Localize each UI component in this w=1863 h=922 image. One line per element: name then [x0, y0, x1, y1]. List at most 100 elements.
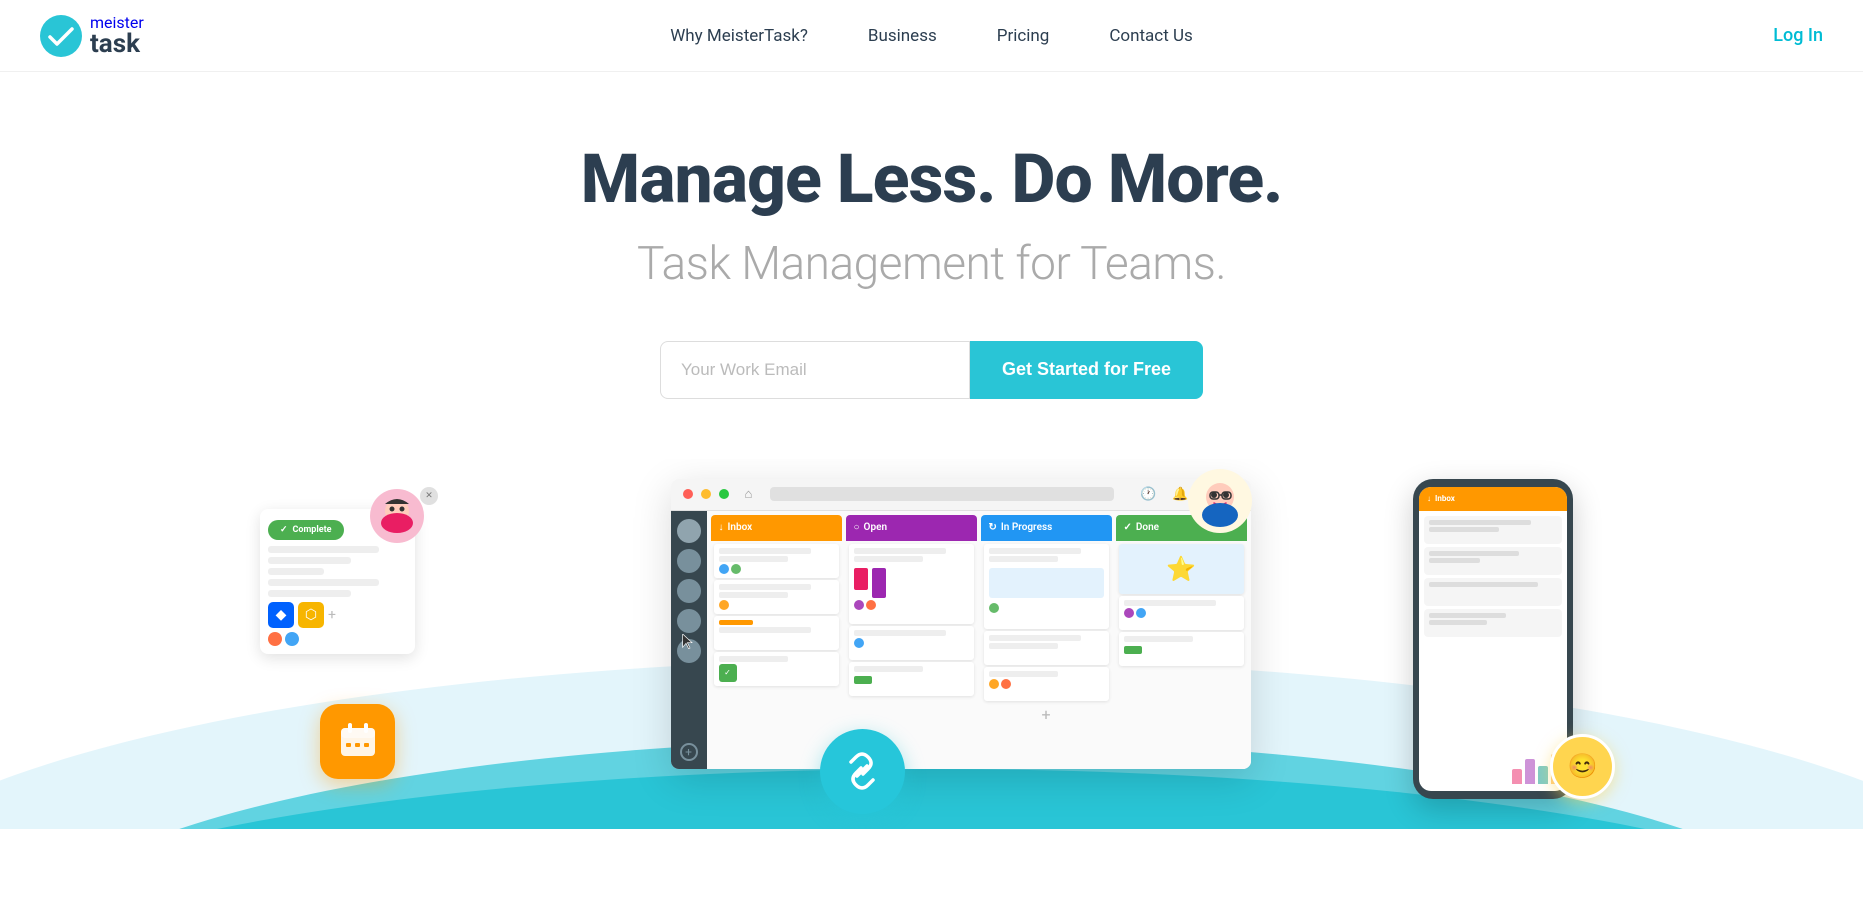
nav-links: Why MeisterTask? Business Pricing Contac… — [670, 26, 1193, 46]
hero-subheadline: Task Management for Teams. — [20, 237, 1843, 291]
assignee-avatar — [854, 638, 864, 648]
mobile-task-card — [1424, 609, 1562, 637]
task-card: ✓ — [714, 652, 839, 686]
task-avatars — [989, 679, 1104, 689]
card-tool-icons: ◆ ⬡ + — [268, 602, 407, 628]
bar-1 — [1512, 769, 1522, 784]
task-line — [719, 592, 788, 598]
login-link[interactable]: Log In — [1773, 25, 1823, 46]
sidebar-add-btn[interactable]: + — [680, 743, 698, 761]
assignee-avatar — [1001, 679, 1011, 689]
task-line — [1124, 600, 1216, 606]
assignee-avatar — [731, 564, 741, 574]
sidebar-avatar-3 — [677, 579, 701, 603]
task-line — [719, 556, 788, 562]
card-line — [268, 557, 351, 564]
task-line — [1124, 636, 1193, 642]
nav-item-contact[interactable]: Contact Us — [1109, 26, 1192, 46]
open-icon: ○ — [854, 522, 860, 533]
assignee-avatar — [989, 603, 999, 613]
assignee-avatar — [1136, 608, 1146, 618]
column-header-open: ○ Open — [846, 515, 977, 541]
logo-icon — [40, 15, 82, 57]
column-body-inbox: ✓ — [711, 541, 842, 769]
column-header-inprogress: ↻ In Progress — [981, 515, 1112, 541]
star-icon: ⭐ — [1166, 555, 1196, 583]
task-line — [719, 548, 811, 554]
clock-icon: 🕐 — [1140, 487, 1156, 502]
float-link-icon — [820, 729, 905, 814]
task-line — [719, 584, 811, 590]
task-card — [714, 580, 839, 614]
mobile-mockup: ↓ Inbox — [1413, 479, 1573, 799]
green-badge — [854, 676, 872, 684]
card-line — [268, 546, 379, 553]
avatar-svg — [370, 489, 425, 544]
task-line — [854, 666, 923, 672]
done-icon: ✓ — [1124, 522, 1132, 533]
nav-item-pricing[interactable]: Pricing — [997, 26, 1050, 46]
email-input[interactable] — [660, 341, 970, 399]
mobile-task-line — [1429, 582, 1538, 587]
card-line — [268, 568, 324, 575]
inbox-download-icon: ↓ — [719, 522, 724, 533]
assignee-avatar — [854, 600, 864, 610]
task-line — [989, 556, 1058, 562]
nav-item-business[interactable]: Business — [868, 26, 937, 46]
nav-item-why[interactable]: Why MeisterTask? — [670, 26, 808, 46]
task-progress — [719, 620, 754, 625]
complete-check-icon: ✓ — [280, 525, 288, 535]
task-card — [714, 616, 839, 650]
task-line — [719, 656, 788, 662]
mobile-task-line — [1429, 527, 1499, 532]
mobile-task-card — [1424, 516, 1562, 544]
task-avatars — [1124, 608, 1239, 618]
bar-3 — [1538, 766, 1548, 784]
card-image — [989, 568, 1104, 598]
bottom-avatar — [268, 632, 282, 646]
mobile-screen: ↓ Inbox — [1419, 487, 1567, 791]
task-line — [989, 635, 1081, 641]
avatar-glasses-svg — [1188, 469, 1253, 534]
window-minimize-dot — [701, 489, 711, 499]
mobile-task-card — [1424, 578, 1562, 606]
bell-icon: 🔔 — [1172, 487, 1188, 502]
column-inbox: ↓ Inbox — [711, 511, 842, 769]
task-card — [984, 667, 1109, 701]
task-line — [719, 627, 811, 633]
task-card — [1119, 632, 1244, 666]
logo[interactable]: meister task — [40, 15, 144, 57]
task-line — [854, 556, 923, 562]
task-card — [849, 662, 974, 696]
window-header: ⌂ 🕐 🔔 🔍 — [671, 479, 1251, 511]
dropbox-icon: ◆ — [268, 602, 294, 628]
hero-section: Manage Less. Do More. Task Management fo… — [0, 72, 1863, 399]
task-card — [984, 544, 1109, 629]
logo-task: task — [90, 31, 144, 57]
mobile-task-line — [1429, 520, 1531, 525]
green-badge — [1124, 646, 1142, 654]
task-avatars — [989, 603, 1104, 613]
bottom-avatar — [285, 632, 299, 646]
task-line — [989, 643, 1058, 649]
add-tool-icon: + — [328, 602, 336, 628]
app-body: + ↓ Inbox — [671, 511, 1251, 769]
card-bottom-avatars — [268, 632, 407, 646]
assignee-avatar — [719, 564, 729, 574]
get-started-button[interactable]: Get Started for Free — [970, 341, 1203, 399]
kanban-board: ↓ Inbox — [707, 511, 1251, 769]
bar-purple — [872, 568, 886, 598]
task-line — [854, 630, 946, 636]
column-done: ✓ Done ⭐ — [1116, 511, 1247, 769]
card-line — [268, 579, 379, 586]
assignee-avatar — [1124, 608, 1134, 618]
app-window: ⌂ 🕐 🔔 🔍 + ↓ — [671, 479, 1251, 769]
float-calendar-icon — [320, 704, 395, 779]
add-task-button[interactable]: + — [984, 703, 1109, 726]
app-preview-area: ⌂ 🕐 🔔 🔍 + ↓ — [0, 459, 1863, 829]
close-button[interactable]: ✕ — [420, 487, 438, 505]
card-line — [268, 590, 351, 597]
task-image-card: ⭐ — [1119, 544, 1244, 594]
mini-bars — [854, 568, 969, 598]
task-line — [989, 671, 1058, 677]
